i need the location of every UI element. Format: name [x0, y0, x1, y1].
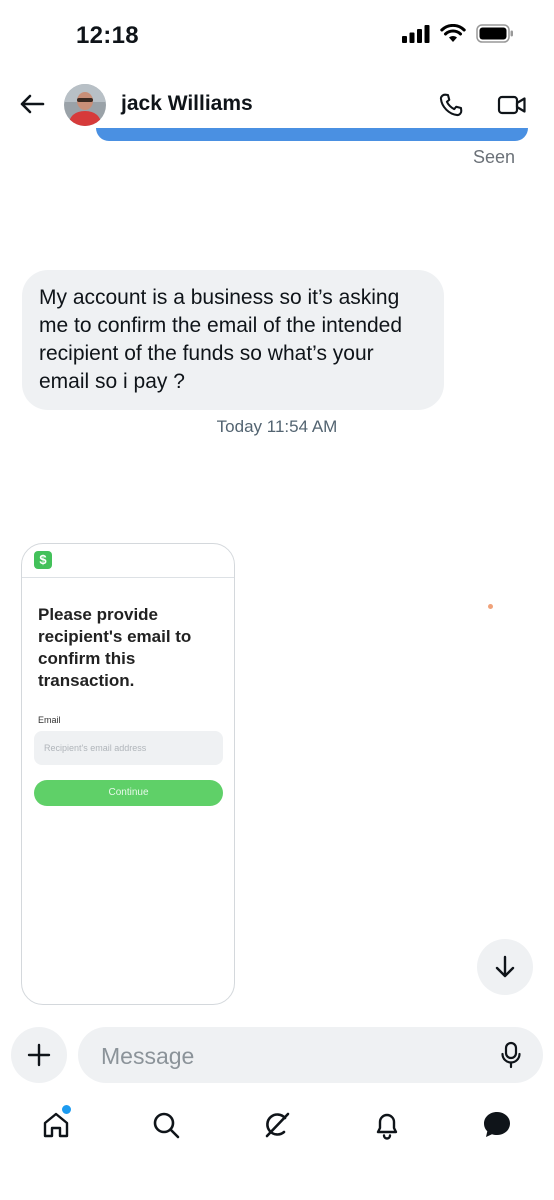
grok-icon	[265, 1112, 290, 1138]
chat-bubble-icon	[484, 1112, 510, 1137]
cellular-signal-icon	[402, 24, 430, 43]
nav-notifications[interactable]	[367, 1105, 407, 1145]
continue-button: Continue	[34, 780, 223, 806]
cash-app-logo-icon: $	[34, 551, 52, 569]
email-field	[34, 731, 223, 765]
image-attachment[interactable]: $ Please provide recipient's email to co…	[21, 543, 235, 1005]
bell-icon	[376, 1113, 398, 1140]
video-camera-icon	[497, 95, 526, 115]
card-header: $	[22, 544, 234, 578]
video-call-button[interactable]	[494, 88, 530, 122]
phone-icon	[439, 93, 463, 117]
add-attachment-button[interactable]	[11, 1027, 67, 1083]
sent-message-bubble[interactable]	[96, 128, 528, 141]
microphone-button[interactable]	[500, 1041, 522, 1069]
nav-search[interactable]	[146, 1105, 186, 1145]
home-notification-dot	[61, 1104, 72, 1115]
back-button[interactable]	[14, 86, 50, 122]
plus-icon	[27, 1043, 51, 1067]
nav-grok[interactable]	[257, 1105, 297, 1145]
voice-call-button[interactable]	[434, 88, 468, 122]
received-message-bubble[interactable]: My account is a business so it’s asking …	[22, 270, 444, 410]
arrow-down-icon	[495, 955, 515, 978]
seen-status: Seen	[472, 147, 515, 167]
search-icon	[153, 1112, 180, 1139]
avatar[interactable]	[64, 84, 106, 126]
email-label: Email	[38, 715, 61, 725]
status-icons	[402, 24, 514, 43]
status-time: 12:18	[76, 22, 139, 49]
avatar-image	[64, 84, 106, 126]
message-input[interactable]	[99, 1027, 483, 1085]
message-composer[interactable]	[78, 1027, 543, 1085]
microphone-icon	[501, 1041, 521, 1069]
wifi-icon	[440, 24, 466, 42]
nav-messages[interactable]	[477, 1105, 517, 1145]
decorative-dot	[488, 604, 493, 609]
arrow-left-icon	[20, 94, 45, 114]
message-timestamp: Today 11:54 AM	[216, 417, 338, 436]
card-title: Please provide recipient's email to conf…	[38, 605, 192, 690]
contact-name[interactable]: jack Williams	[121, 92, 253, 116]
scroll-to-bottom-button[interactable]	[477, 939, 533, 995]
battery-icon	[476, 24, 513, 43]
